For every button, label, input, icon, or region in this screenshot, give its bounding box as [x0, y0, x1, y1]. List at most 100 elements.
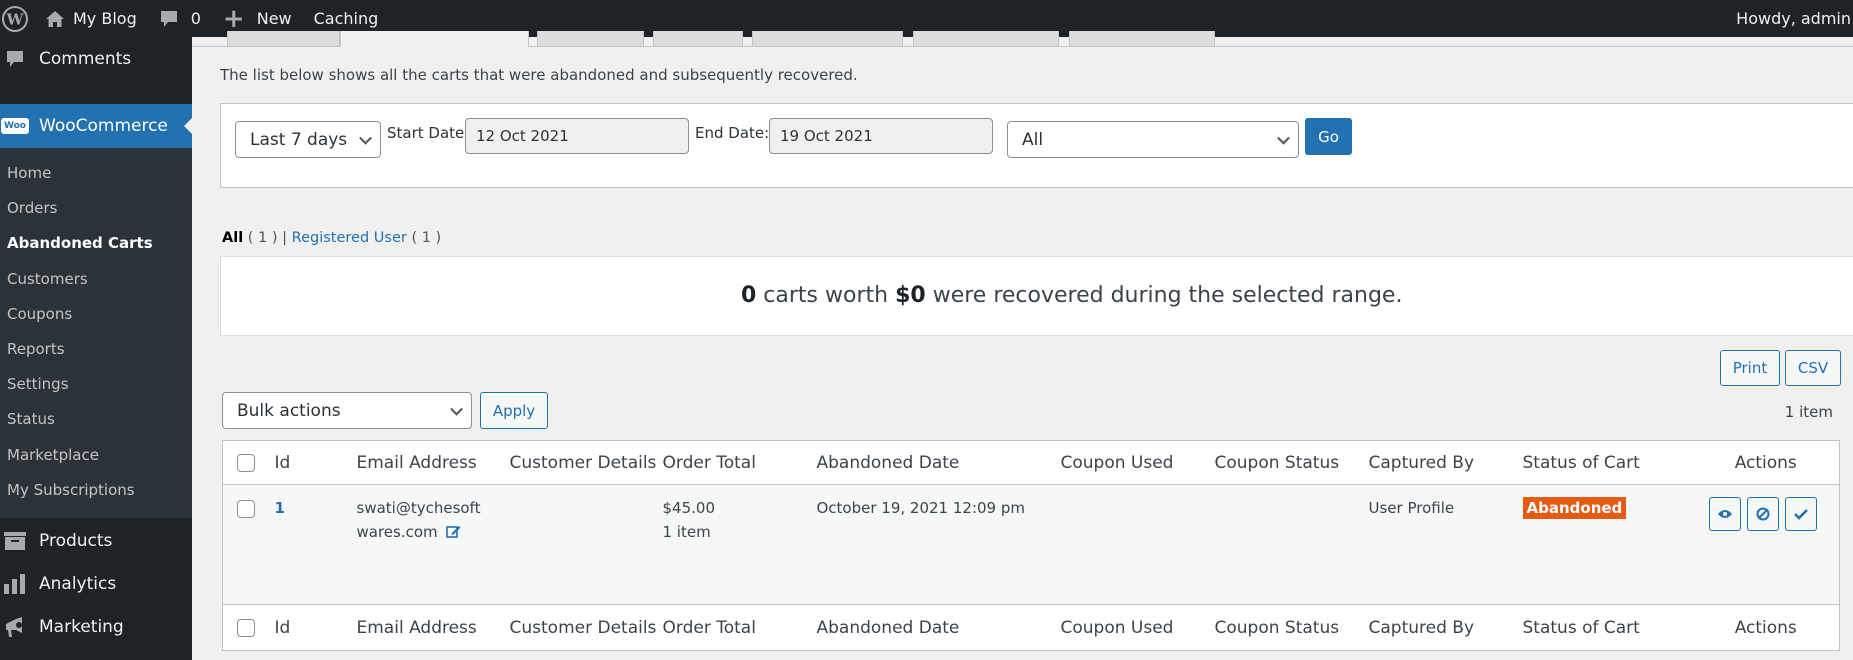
nav-tab[interactable]	[752, 31, 903, 47]
customer-details-cell	[509, 484, 663, 605]
submenu-item-my-subscriptions[interactable]: My Subscriptions	[0, 473, 192, 508]
view-cart-button[interactable]	[1708, 497, 1741, 531]
recovered-carts-count: 0	[741, 283, 757, 308]
sidebar-item-marketing[interactable]: Marketing	[0, 607, 192, 647]
view-registered-user-link[interactable]: Registered User	[292, 230, 407, 246]
select-all-checkbox-footer[interactable]	[237, 618, 255, 637]
column-footer-order-total[interactable]: Order Total	[662, 604, 817, 651]
table-row: 1 swati@tychesoft wares.com $45.00 1 ite…	[222, 484, 1840, 605]
bulk-actions-select[interactable]: Bulk actions	[222, 392, 472, 429]
sidebar-item-label: Marketing	[39, 617, 124, 637]
sidebar-item-woocommerce[interactable]: Woo WooCommerce	[0, 104, 192, 148]
archive-box-icon	[2, 532, 28, 550]
comments-count: 0	[190, 9, 201, 28]
sidebar-item-label: Comments	[39, 49, 132, 69]
site-name: My Blog	[73, 9, 137, 28]
chevron-down-icon	[359, 131, 372, 145]
submenu-item-orders[interactable]: Orders	[0, 191, 192, 226]
table-footer-row: Id Email Address Customer Details Order …	[222, 604, 1840, 651]
bar-chart-icon	[2, 574, 28, 594]
csv-button[interactable]: CSV	[1785, 350, 1841, 386]
edit-icon[interactable]	[445, 524, 461, 543]
cart-id-link[interactable]: 1	[275, 499, 285, 517]
column-footer-customer-details: Customer Details	[509, 604, 663, 651]
coupon-status-cell	[1214, 484, 1369, 605]
nav-tab[interactable]	[537, 31, 644, 47]
submenu-item-customers[interactable]: Customers	[0, 262, 192, 297]
column-header-id[interactable]: Id	[274, 440, 357, 485]
select-all-checkbox[interactable]	[237, 453, 255, 472]
sidebar-item-label: Products	[39, 531, 113, 551]
nav-tab[interactable]	[1069, 31, 1215, 47]
row-checkbox[interactable]	[237, 499, 255, 518]
howdy-label: Howdy, admin	[1736, 9, 1851, 28]
sidebar-item-label: Analytics	[39, 574, 117, 594]
column-header-status: Status of Cart	[1522, 440, 1693, 485]
new-label: New	[256, 9, 292, 28]
submenu-item-settings[interactable]: Settings	[0, 367, 192, 402]
end-date-input[interactable]: 19 Oct 2021	[769, 118, 993, 154]
woocommerce-icon: Woo	[1, 118, 29, 134]
column-header-actions: Actions	[1692, 440, 1840, 485]
account-menu[interactable]: Howdy, admin	[1736, 0, 1853, 37]
start-date-input[interactable]: 12 Oct 2021	[465, 118, 689, 154]
view-all-count: ( 1 )	[247, 230, 278, 246]
nav-tab[interactable]	[913, 31, 1059, 47]
email-line-1: swati@tychesoft	[356, 499, 481, 517]
nav-tab-active[interactable]	[340, 31, 529, 47]
table-header-row: Id Email Address Customer Details Order …	[222, 440, 1840, 485]
column-footer-email[interactable]: Email Address	[356, 604, 510, 651]
comments-link[interactable]: 0	[159, 0, 201, 37]
date-filter-box: Last 7 days Start Date: 12 Oct 2021 End …	[220, 103, 1853, 188]
sidebar-item-analytics[interactable]: Analytics	[0, 564, 192, 604]
go-button[interactable]: Go	[1305, 118, 1352, 155]
nav-tab[interactable]	[653, 31, 743, 47]
submenu-item-status[interactable]: Status	[0, 402, 192, 437]
view-separator: |	[282, 230, 288, 246]
home-icon	[46, 10, 64, 27]
submenu-item-abandoned-carts[interactable]: Abandoned Carts	[0, 226, 192, 261]
abandoned-date: October 19, 2021 12:09 pm	[816, 484, 1061, 605]
sidebar-item-comments[interactable]: Comments	[0, 39, 192, 79]
submenu-item-coupons[interactable]: Coupons	[0, 297, 192, 332]
column-footer-captured-by: Captured By	[1368, 604, 1523, 651]
submenu-item-reports[interactable]: Reports	[0, 332, 192, 367]
status-badge: Abandoned	[1522, 497, 1627, 519]
items-count: 1 item	[1784, 403, 1833, 421]
column-footer-abandoned-date[interactable]: Abandoned Date	[816, 604, 1061, 651]
caching-label: Caching	[313, 9, 379, 28]
nav-tab[interactable]	[227, 31, 340, 47]
start-date-label: Start Date:	[387, 124, 470, 142]
summary-text-1: carts worth	[756, 283, 896, 308]
apply-button[interactable]: Apply	[480, 392, 548, 429]
order-items: 1 item	[662, 523, 711, 541]
sidebar-item-products[interactable]: Products	[0, 521, 192, 561]
wp-logo-menu[interactable]: W	[0, 0, 29, 37]
column-footer-id[interactable]: Id	[274, 604, 357, 651]
comment-icon	[160, 10, 177, 27]
date-range-value: Last 7 days	[250, 129, 348, 150]
cart-type-select[interactable]: All	[1007, 121, 1299, 158]
admin-sidebar: Comments Woo WooCommerce Home Orders Aba…	[0, 37, 192, 660]
column-footer-actions: Actions	[1692, 604, 1840, 651]
column-header-order-total[interactable]: Order Total	[662, 440, 817, 485]
mark-recovered-button[interactable]	[1784, 497, 1817, 531]
order-total: $45.00	[662, 499, 716, 517]
column-footer-status: Status of Cart	[1522, 604, 1693, 651]
column-header-email[interactable]: Email Address	[356, 440, 510, 485]
current-menu-arrow	[184, 118, 192, 134]
submenu-item-home[interactable]: Home	[0, 156, 192, 191]
woo-logo: Woo	[1, 118, 29, 134]
date-range-select[interactable]: Last 7 days	[235, 121, 381, 158]
sidebar-item-label: WooCommerce	[39, 116, 168, 136]
summary-text-2: were recovered during the selected range…	[925, 283, 1403, 308]
print-button[interactable]: Print	[1720, 350, 1780, 386]
view-all-link[interactable]: All	[222, 230, 243, 246]
cart-type-value: All	[1022, 129, 1044, 150]
eye-icon	[1717, 510, 1732, 518]
submenu-item-marketplace[interactable]: Marketplace	[0, 438, 192, 473]
mark-unsubscribe-button[interactable]	[1746, 497, 1779, 531]
column-header-abandoned-date[interactable]: Abandoned Date	[816, 440, 1061, 485]
site-name-link[interactable]: My Blog	[45, 0, 137, 37]
abandoned-carts-table: Id Email Address Customer Details Order …	[222, 440, 1840, 651]
